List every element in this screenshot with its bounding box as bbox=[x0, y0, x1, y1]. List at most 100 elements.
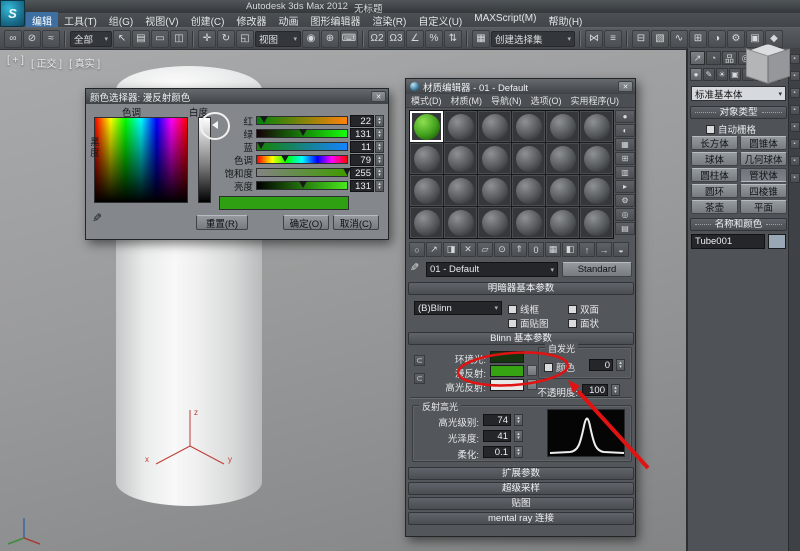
menu-item[interactable]: 实用程序(U) bbox=[571, 94, 620, 107]
rollout-header[interactable]: 贴图 bbox=[408, 497, 634, 510]
spinner[interactable]: ▴▾ bbox=[375, 180, 384, 192]
slider-value[interactable]: 131 bbox=[350, 180, 374, 192]
reset-map-icon[interactable]: ✕ bbox=[460, 242, 476, 257]
shader-rollout-header[interactable]: 明暗器基本参数 bbox=[408, 282, 634, 295]
keyboard-override-icon[interactable]: ⌨ bbox=[340, 30, 358, 48]
select-and-move-icon[interactable]: ✛ bbox=[198, 30, 216, 48]
object-type-button[interactable]: 茶壶 bbox=[691, 200, 738, 214]
select-and-scale-icon[interactable]: ◱ bbox=[236, 30, 254, 48]
material-map-navigator-icon[interactable]: ▤ bbox=[615, 222, 635, 235]
spinner-down-icon[interactable]: ▾ bbox=[619, 365, 622, 369]
slider-bar[interactable] bbox=[256, 181, 348, 190]
faceted-checkbox[interactable]: 面状 bbox=[568, 316, 599, 330]
schematic-view-icon[interactable]: ⊞ bbox=[689, 30, 707, 48]
rollout-header[interactable]: 超级采样 bbox=[408, 482, 634, 495]
snap-toggle-2d-icon[interactable]: Ω2 bbox=[368, 30, 386, 48]
material-sample-slot[interactable] bbox=[580, 111, 613, 142]
material-sample-slot[interactable] bbox=[478, 207, 511, 238]
select-and-rotate-icon[interactable]: ↻ bbox=[217, 30, 235, 48]
material-sample-slot[interactable] bbox=[444, 143, 477, 174]
menu-item[interactable]: 导航(N) bbox=[491, 94, 522, 107]
tab-modify-icon[interactable]: ◔ bbox=[706, 51, 721, 65]
make-preview-icon[interactable]: ▸ bbox=[615, 180, 635, 193]
bind-to-spacewarp-icon[interactable]: ≈ bbox=[42, 30, 60, 48]
material-sample-slot[interactable] bbox=[478, 111, 511, 142]
show-map-in-viewport-icon[interactable]: ▦ bbox=[545, 242, 561, 257]
spinner[interactable]: ▴▾ bbox=[514, 446, 523, 458]
object-type-button[interactable]: 管状体 bbox=[740, 168, 787, 182]
spinner[interactable]: ▴▾ bbox=[375, 128, 384, 140]
material-sample-slot[interactable] bbox=[580, 143, 613, 174]
spinner-down-icon[interactable]: ▾ bbox=[378, 160, 381, 164]
diffuse-map-button[interactable] bbox=[527, 365, 537, 376]
background-icon[interactable]: ▦ bbox=[615, 138, 635, 151]
viewport-view-label[interactable]: [ 正交 ] bbox=[31, 55, 62, 70]
hue-blackness-box[interactable] bbox=[94, 117, 188, 203]
menu-item[interactable]: 修改器 bbox=[230, 12, 272, 29]
autogrid-checkbox[interactable]: 自动栅格 bbox=[706, 122, 756, 136]
named-selection-sets-dropdown[interactable]: 创建选择集▾ bbox=[491, 31, 575, 47]
menu-item[interactable]: 编辑 bbox=[26, 12, 58, 29]
material-sample-slot[interactable] bbox=[410, 175, 443, 206]
slider-marker[interactable] bbox=[281, 155, 289, 162]
two-sided-checkbox[interactable]: 双面 bbox=[568, 302, 599, 316]
material-sample-slot[interactable] bbox=[478, 143, 511, 174]
menu-item[interactable]: 自定义(U) bbox=[412, 12, 468, 29]
tab-create-icon[interactable]: ↗ bbox=[690, 51, 705, 65]
object-color-swatch[interactable] bbox=[768, 234, 786, 249]
slider-bar[interactable] bbox=[256, 116, 348, 125]
graphite-ribbon-icon[interactable]: ▧ bbox=[651, 30, 669, 48]
spinner[interactable]: ▴▾ bbox=[375, 167, 384, 179]
dock-icon[interactable]: ▪ bbox=[790, 105, 800, 115]
select-and-link-icon[interactable]: ∞ bbox=[4, 30, 22, 48]
object-type-rollout-header[interactable]: 对象类型 bbox=[690, 106, 787, 119]
spinner[interactable]: ▴▾ bbox=[514, 430, 523, 442]
material-type-button[interactable]: Standard bbox=[562, 262, 632, 277]
slider-bar[interactable] bbox=[256, 129, 348, 138]
menu-item[interactable]: 工具(T) bbox=[58, 12, 103, 29]
glossiness-value[interactable]: 41 bbox=[483, 430, 511, 442]
subtab-geometry-icon[interactable]: ● bbox=[690, 68, 702, 81]
window-crossing-icon[interactable]: ◫ bbox=[170, 30, 188, 48]
reset-button[interactable]: 重置(R) bbox=[196, 215, 248, 230]
material-editor-titlebar[interactable]: 材质编辑器 - 01 - Default ✕ bbox=[406, 79, 635, 94]
material-sample-slot[interactable] bbox=[546, 175, 579, 206]
selection-filter-dropdown[interactable]: 全部▾ bbox=[70, 31, 112, 47]
specular-swatch[interactable] bbox=[490, 379, 524, 391]
soften-value[interactable]: 0.1 bbox=[483, 446, 511, 458]
go-forward-to-sibling-icon[interactable]: → bbox=[596, 242, 612, 257]
object-type-button[interactable]: 圆柱体 bbox=[691, 168, 738, 182]
edit-named-selection-sets-icon[interactable]: ▦ bbox=[472, 30, 490, 48]
viewcube-right-face[interactable] bbox=[768, 48, 790, 83]
blinn-rollout-header[interactable]: Blinn 基本参数 bbox=[408, 332, 634, 345]
specular-level-value[interactable]: 74 bbox=[483, 414, 511, 426]
material-sample-slot[interactable] bbox=[512, 207, 545, 238]
material-sample-slot[interactable] bbox=[444, 207, 477, 238]
select-by-material-icon[interactable]: ◎ bbox=[615, 208, 635, 221]
menu-item[interactable]: 动画 bbox=[272, 12, 304, 29]
close-icon[interactable]: ✕ bbox=[371, 91, 386, 102]
slider-marker[interactable] bbox=[343, 168, 351, 175]
mirror-icon[interactable]: ⋈ bbox=[585, 30, 603, 48]
select-and-manipulate-icon[interactable]: ⊕ bbox=[321, 30, 339, 48]
whiteness-strip[interactable] bbox=[198, 117, 211, 203]
assign-material-to-selection-icon[interactable]: ◨ bbox=[443, 242, 459, 257]
object-type-button[interactable]: 球体 bbox=[691, 152, 738, 166]
spinner-down-icon[interactable]: ▾ bbox=[614, 390, 617, 394]
object-type-button[interactable]: 圆环 bbox=[691, 184, 738, 198]
opacity-value[interactable]: 100 bbox=[582, 384, 608, 396]
material-sample-slot[interactable] bbox=[512, 143, 545, 174]
reference-coordinate-dropdown[interactable]: 视图▾ bbox=[255, 31, 301, 47]
wireframe-checkbox[interactable]: 线框 bbox=[508, 302, 539, 316]
align-icon[interactable]: ≡ bbox=[604, 30, 622, 48]
material-sample-slot[interactable] bbox=[580, 175, 613, 206]
spinner[interactable]: ▴▾ bbox=[514, 414, 523, 426]
diffuse-swatch[interactable] bbox=[490, 365, 524, 377]
slider-marker[interactable] bbox=[299, 129, 307, 136]
cancel-button[interactable]: 取消(C) bbox=[333, 215, 379, 230]
percent-snap-icon[interactable]: % bbox=[425, 30, 443, 48]
object-type-button[interactable]: 长方体 bbox=[691, 136, 738, 150]
object-name-input[interactable]: Tube001 bbox=[691, 234, 765, 249]
put-material-to-scene-icon[interactable]: ↗ bbox=[426, 242, 442, 257]
spinner-down-icon[interactable]: ▾ bbox=[517, 452, 520, 456]
